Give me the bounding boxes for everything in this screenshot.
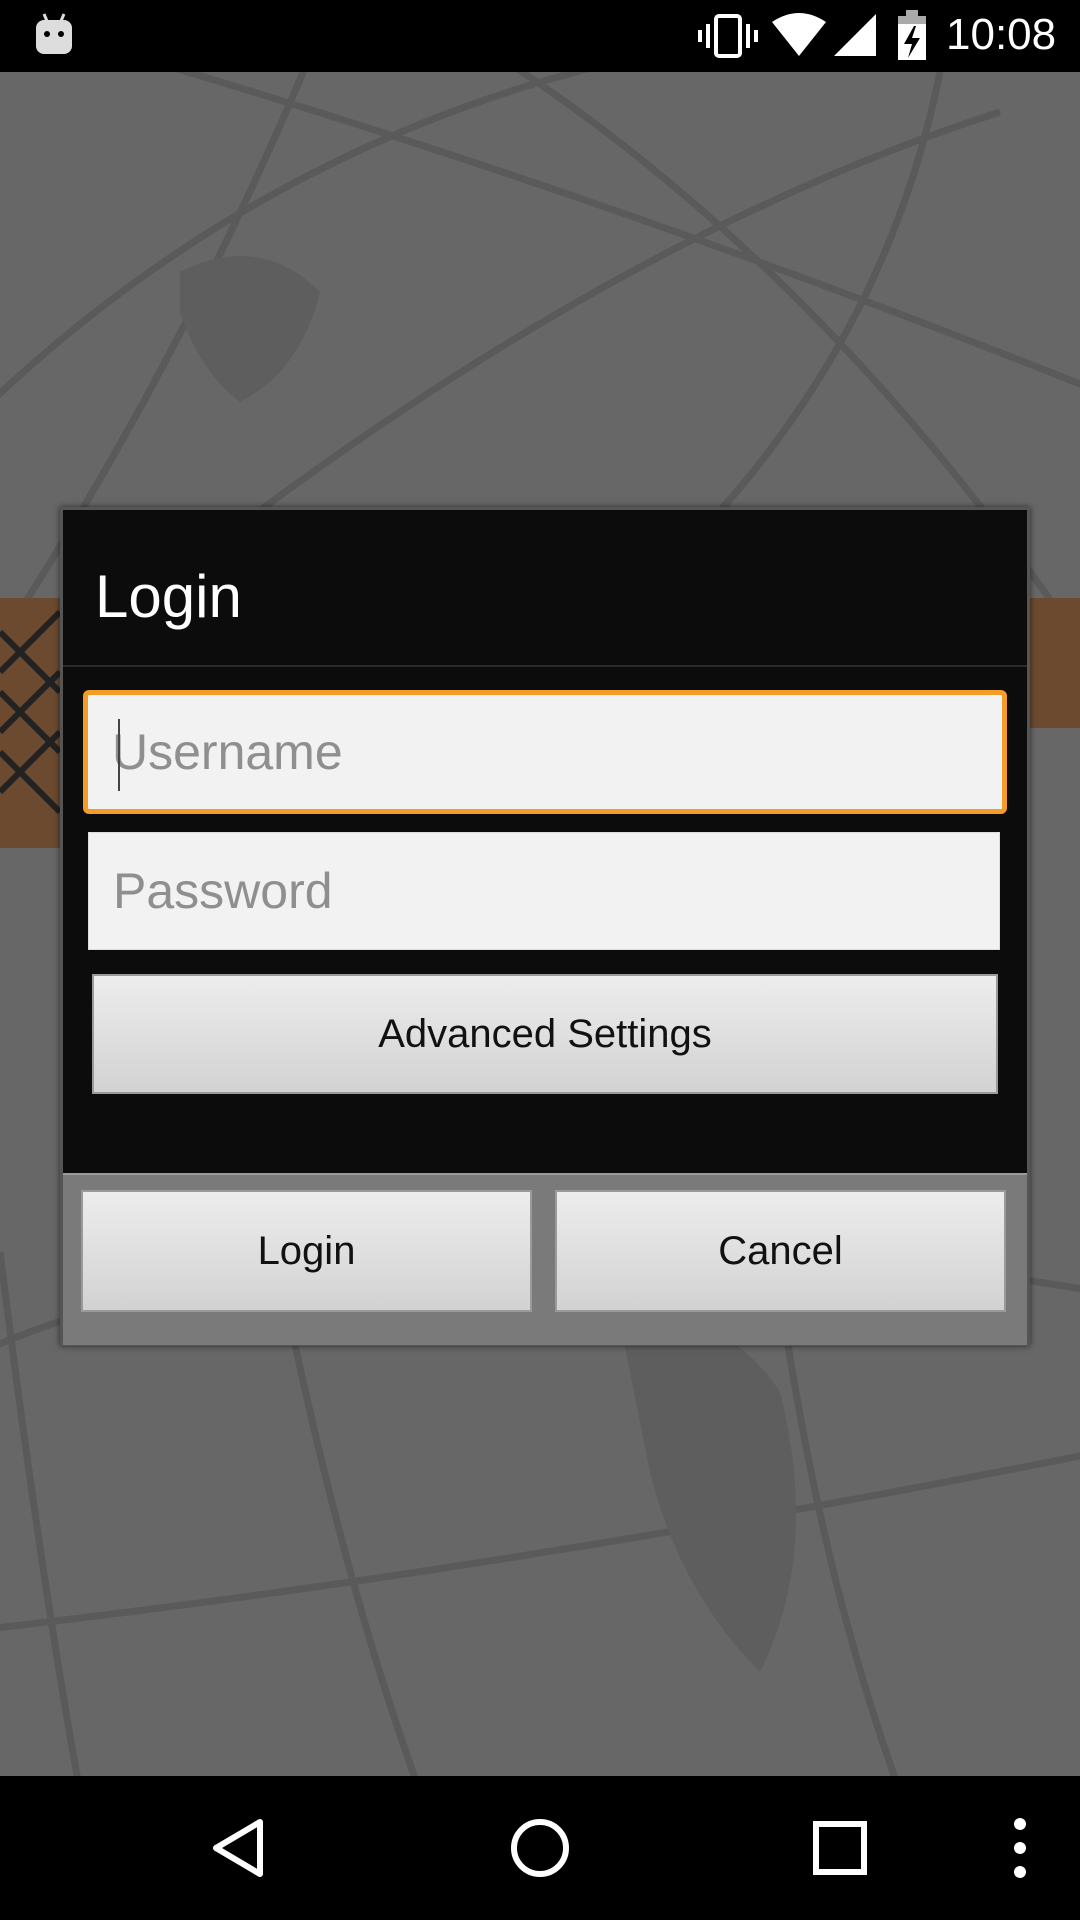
overflow-menu-icon: [1014, 1818, 1026, 1878]
recents-icon: [813, 1821, 867, 1875]
recents-button[interactable]: [780, 1776, 900, 1920]
android-debug-icon: [36, 13, 72, 54]
status-bar: 10:08: [0, 0, 1080, 72]
password-input[interactable]: [89, 833, 999, 949]
signal-icon: [834, 14, 876, 56]
password-field[interactable]: [88, 832, 1000, 950]
dialog-button-bar: Login Cancel: [63, 1173, 1027, 1345]
wifi-icon: [772, 13, 826, 56]
login-dialog: Login Advanced Settings Login Cancel: [60, 507, 1030, 1346]
navigation-bar: [0, 1776, 1080, 1920]
advanced-settings-button[interactable]: Advanced Settings: [92, 974, 998, 1094]
username-field[interactable]: [83, 690, 1007, 814]
back-button[interactable]: [180, 1776, 300, 1920]
status-time: 10:08: [946, 10, 1057, 59]
cancel-button[interactable]: Cancel: [555, 1190, 1006, 1312]
title-divider: [63, 665, 1027, 667]
dialog-title: Login: [95, 563, 242, 630]
home-button[interactable]: [480, 1776, 600, 1920]
vibrate-icon: [698, 14, 758, 58]
battery-charging-icon: [898, 10, 926, 60]
text-cursor: [118, 719, 120, 791]
username-input[interactable]: [88, 695, 1002, 809]
overflow-menu-button[interactable]: [980, 1776, 1060, 1920]
home-icon: [511, 1819, 569, 1877]
back-icon: [213, 1819, 263, 1877]
login-button[interactable]: Login: [81, 1190, 532, 1312]
